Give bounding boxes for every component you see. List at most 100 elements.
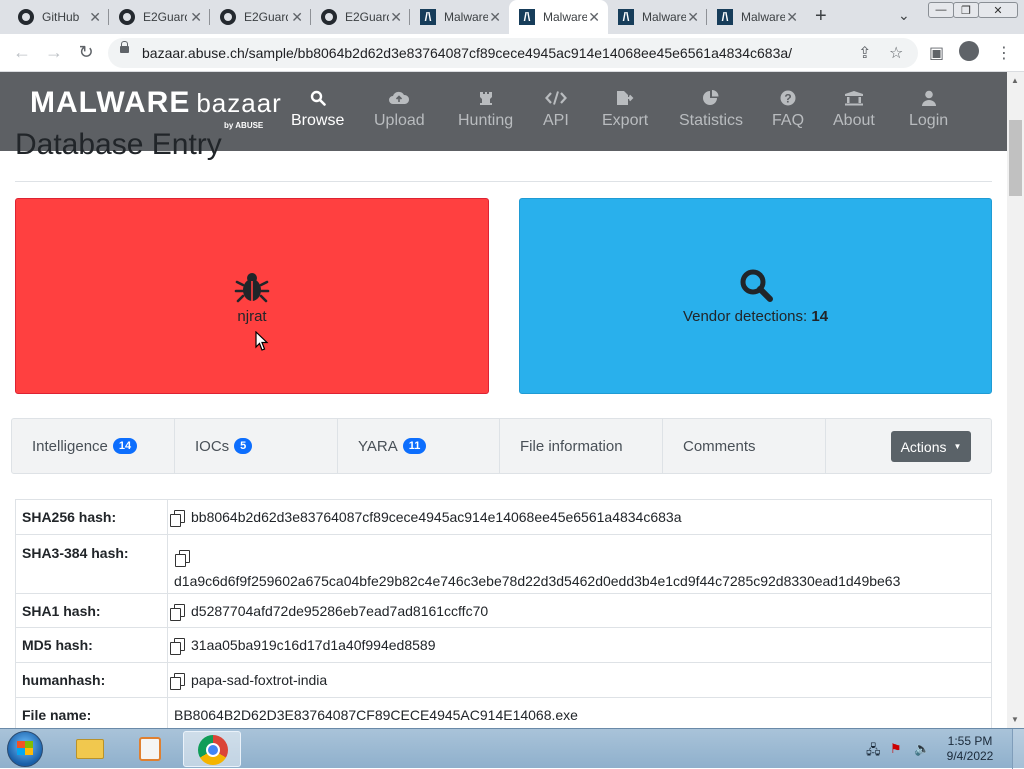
tab-title: Malware <box>741 10 785 24</box>
folder-icon <box>76 739 104 759</box>
tab-file-information[interactable]: File information <box>500 419 663 473</box>
browser-tab[interactable]: E2Guardian ✕ <box>109 0 210 34</box>
vendor-detections-card[interactable]: Vendor detections: 14 <box>519 198 992 394</box>
nav-export[interactable]: Export <box>602 90 648 130</box>
close-tab-icon[interactable]: ✕ <box>687 9 699 25</box>
page-scrollbar[interactable]: ▲ ▼ <box>1007 72 1024 728</box>
taskbar-clock[interactable]: 1:55 PM 9/4/2022 <box>940 734 1000 764</box>
media-player-icon <box>139 737 161 761</box>
hash-key: MD5 hash: <box>15 627 168 663</box>
nav-login[interactable]: Login <box>909 90 948 130</box>
copy-icon[interactable] <box>175 550 190 567</box>
close-tab-icon[interactable]: ✕ <box>190 9 202 25</box>
code-icon <box>543 90 569 112</box>
browser-tab[interactable]: E2Guardian ✕ <box>311 0 410 34</box>
menu-kebab-icon[interactable]: ⋮ <box>996 43 1012 63</box>
tab-yara[interactable]: YARA 11 <box>338 419 500 473</box>
browser-tab[interactable]: E2Guardian ✕ <box>210 0 311 34</box>
browser-tab-active[interactable]: /\ Malware ✕ <box>509 0 608 34</box>
search-icon <box>738 268 774 306</box>
tab-title: GitHub <box>42 10 80 24</box>
count-badge: 11 <box>402 438 427 454</box>
svg-text:?: ? <box>784 92 791 106</box>
copy-icon[interactable] <box>170 603 185 621</box>
taskbar-chrome[interactable] <box>183 731 241 767</box>
url-text[interactable]: bazaar.abuse.ch/sample/bb8064b2d62d3e837… <box>142 45 792 61</box>
nav-statistics[interactable]: Statistics <box>679 90 743 130</box>
tab-title: Malware <box>642 10 686 24</box>
tab-title: E2Guardian <box>244 10 288 24</box>
share-icon[interactable]: ⇪ <box>858 43 871 63</box>
tab-comments[interactable]: Comments <box>663 419 826 473</box>
nav-browse[interactable]: Browse <box>291 90 344 130</box>
copy-icon[interactable] <box>170 510 185 527</box>
hash-key: File name: <box>15 697 168 732</box>
side-panel-icon[interactable]: ▣ <box>929 43 944 63</box>
close-tab-icon[interactable]: ✕ <box>89 9 101 25</box>
copy-icon[interactable] <box>170 638 185 655</box>
browser-tab[interactable]: /\ Malware ✕ <box>608 0 707 34</box>
forward-button[interactable]: → <box>42 42 66 63</box>
malwarebazaar-icon: /\ <box>420 9 436 25</box>
close-window-button[interactable]: ✕ <box>978 2 1018 18</box>
tab-search-chevron-icon[interactable]: ⌄ <box>898 7 910 24</box>
tab-iocs[interactable]: IOCs 5 <box>175 419 338 473</box>
hash-value: bb8064b2d62d3e83764087cf89cece4945ac914e… <box>191 509 682 525</box>
signature-card[interactable]: njrat <box>15 198 489 394</box>
browser-tab-strip: GitHub ✕ E2Guardian ✕ E2Guardian ✕ E2Gua… <box>0 0 1024 34</box>
close-tab-icon[interactable]: ✕ <box>786 9 798 25</box>
tab-intelligence[interactable]: Intelligence 14 <box>12 419 175 473</box>
volume-icon[interactable]: 🔈 <box>914 741 930 757</box>
scrollbar-thumb[interactable] <box>1009 120 1022 196</box>
scroll-down-arrow-icon[interactable]: ▼ <box>1011 715 1019 724</box>
nav-api[interactable]: API <box>543 90 569 130</box>
tab-title: E2Guardian <box>345 10 389 24</box>
copy-icon[interactable] <box>170 673 185 690</box>
taskbar-explorer[interactable] <box>60 731 118 767</box>
hash-value: papa-sad-foxtrot-india <box>191 672 328 688</box>
chess-rook-icon <box>458 90 513 112</box>
browser-tab[interactable]: GitHub ✕ <box>8 0 109 34</box>
show-desktop-button[interactable] <box>1012 729 1024 769</box>
restore-button[interactable]: ❐ <box>953 2 979 18</box>
tab-title: Malware <box>543 10 587 24</box>
file-export-icon <box>602 90 648 112</box>
lock-icon[interactable] <box>120 41 129 53</box>
network-icon[interactable]: 🖧 <box>866 741 881 763</box>
actions-dropdown-button[interactable]: Actions ▼ <box>891 431 971 462</box>
address-bar[interactable]: bazaar.abuse.ch/sample/bb8064b2d62d3e837… <box>108 38 918 68</box>
close-tab-icon[interactable]: ✕ <box>390 9 402 25</box>
action-center-flag-icon[interactable]: ⚑ <box>890 741 902 757</box>
browser-tab[interactable]: /\ Malware ✕ <box>707 0 806 34</box>
close-tab-icon[interactable]: ✕ <box>291 9 303 25</box>
hash-table: SHA256 hash: bb8064b2d62d3e83764087cf89c… <box>15 499 992 732</box>
close-tab-icon[interactable]: ✕ <box>489 9 501 25</box>
new-tab-button[interactable]: + <box>815 5 827 28</box>
browser-tab[interactable]: /\ Malware ✕ <box>410 0 509 34</box>
vendor-detections-text: Vendor detections: 14 <box>682 307 829 325</box>
nav-faq[interactable]: ? FAQ <box>772 90 804 130</box>
scroll-up-arrow-icon[interactable]: ▲ <box>1011 76 1019 85</box>
back-button[interactable]: ← <box>10 42 34 63</box>
tab-title: E2Guardian <box>143 10 187 24</box>
close-tab-icon[interactable]: ✕ <box>588 9 600 25</box>
nav-upload[interactable]: Upload <box>374 90 425 130</box>
signature-label[interactable]: njrat <box>237 308 266 325</box>
github-icon <box>321 9 337 25</box>
nav-hunting[interactable]: Hunting <box>458 90 513 130</box>
table-row: SHA1 hash: d5287704afd72de95286eb7ead7ad… <box>15 593 992 628</box>
table-row: humanhash: papa-sad-foxtrot-india <box>15 662 992 698</box>
minimize-button[interactable]: — <box>928 2 954 18</box>
profile-avatar[interactable] <box>959 41 979 61</box>
hash-value: d5287704afd72de95286eb7ead7ad8161ccffc70 <box>191 602 489 619</box>
count-badge: 14 <box>112 438 138 454</box>
bookmark-star-icon[interactable]: ☆ <box>889 43 903 63</box>
nav-about[interactable]: About <box>833 90 875 130</box>
hash-value-cell: BB8064B2D62D3E83764087CF89CECE4945AC914E… <box>167 697 992 732</box>
reload-button[interactable]: ↻ <box>74 42 98 63</box>
site-logo[interactable]: MALWARE bazaar <box>30 86 282 120</box>
tab-title: Malware <box>444 10 488 24</box>
pie-chart-icon <box>679 90 743 112</box>
logo-by-abuse: by ABUSE <box>224 121 264 130</box>
taskbar-media-player[interactable] <box>121 731 179 767</box>
